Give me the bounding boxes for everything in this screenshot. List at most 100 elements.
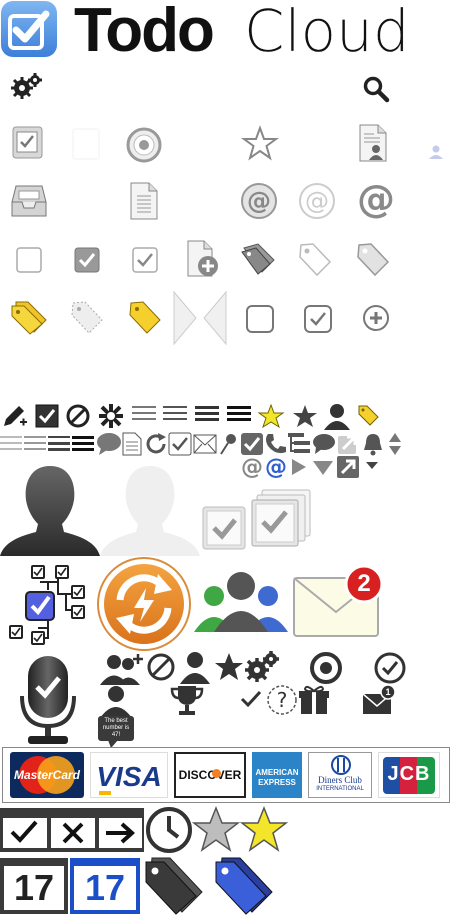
checkmark-small-icon (240, 690, 262, 708)
refresh-icon (144, 432, 168, 456)
visa-card: VISA (90, 752, 168, 798)
block-icon (66, 404, 90, 428)
star-yellow-large-icon (239, 805, 289, 852)
svg-text:@: @ (305, 187, 329, 215)
target-icon (126, 127, 162, 163)
menu-lines-icon (132, 406, 256, 424)
at-sign-blue-icon: @ (262, 454, 290, 480)
discover-dot (212, 769, 221, 778)
tags-yellow-icon (10, 300, 48, 336)
note-icon (122, 432, 142, 456)
at-sign-light-icon: @ (298, 182, 336, 220)
tag-outline-icon (298, 242, 332, 278)
add-document-icon (186, 240, 222, 278)
pencil-icon (2, 404, 28, 428)
svg-text:@: @ (265, 455, 287, 480)
phone-icon (264, 432, 288, 456)
tree-list-icon (288, 432, 312, 456)
trophy-icon (170, 684, 204, 716)
microphone-check-icon[interactable] (20, 654, 76, 746)
gear-medium-icon[interactable] (244, 650, 280, 684)
visa-stripe (99, 791, 111, 795)
svg-text:@: @ (357, 177, 395, 221)
calendar-gray-icon: 17 (0, 858, 68, 914)
tag-yellow-icon (128, 300, 162, 336)
blank-tile-icon (72, 128, 102, 160)
app-logo-icon (0, 0, 58, 58)
sort-arrows-icon[interactable] (388, 432, 402, 456)
diners-card: Diners Club INTERNATIONAL (308, 752, 372, 798)
tags-icon (240, 242, 278, 276)
checkbox-tile-icon (12, 126, 44, 160)
comment-small-icon (312, 432, 336, 456)
person-silhouette-dark-icon (0, 464, 100, 556)
diners-label-2: INTERNATIONAL (316, 786, 364, 792)
person-medium-icon (178, 650, 212, 684)
tag-dashed-icon (70, 300, 104, 336)
person-silhouette-light-icon (100, 464, 200, 556)
check-circle-icon (374, 652, 406, 684)
asterisk-icon (96, 402, 126, 430)
svg-text:@: @ (247, 187, 271, 215)
contact-card-icon (358, 124, 388, 162)
calendar-gray-day: 17 (13, 867, 55, 908)
add-person-icon[interactable] (98, 652, 146, 686)
mail-icon (193, 434, 217, 454)
checkbox-rounded-icon (245, 304, 275, 334)
star-yellow-small-icon (257, 403, 285, 429)
gear-icon[interactable] (10, 72, 44, 102)
jcb-label: JCB (387, 763, 431, 785)
person-speaker-icon (98, 684, 134, 718)
question-mark: ? (276, 688, 288, 712)
checklist-tree-icon (6, 564, 90, 646)
stacked-checkbox-icon (250, 488, 316, 550)
tag-yellow-small-icon (357, 404, 379, 426)
svg-text:@: @ (241, 455, 263, 480)
visa-label: VISA (96, 761, 162, 792)
play-icon (290, 458, 308, 476)
tag-icon (356, 242, 390, 278)
checkbox-rounded-checked-icon (303, 304, 333, 334)
chevron-down-small-icon (366, 462, 378, 470)
brand-todo: Todo (74, 0, 215, 65)
search-icon[interactable] (363, 76, 391, 103)
pin-icon (218, 432, 238, 456)
checkbox-dark-icon (35, 404, 59, 428)
checkbox-empty-icon (16, 247, 42, 273)
add-circle-icon[interactable] (362, 304, 390, 332)
target-dark-icon (310, 652, 342, 684)
block-medium-icon (146, 652, 176, 682)
amex-label-1: AMERICAN (255, 768, 299, 777)
checkbox-small-icon (168, 432, 192, 456)
discover-card: DISCOVER (174, 752, 246, 798)
tags-blue-icon (214, 856, 276, 916)
list-lines-icon (0, 434, 96, 454)
checkbox-gray-dark-icon (240, 432, 264, 456)
document-icon (129, 182, 159, 220)
diners-label-1: Diners Club (318, 775, 362, 785)
gift-icon (298, 684, 330, 716)
inbox-tray-icon (10, 182, 48, 220)
mail-badge-count: 2 (357, 570, 371, 597)
tags-dark-icon (144, 856, 206, 916)
mastercard-label: MasterCard (13, 768, 81, 782)
comment-icon (96, 432, 122, 456)
triangle-down-icon (312, 460, 334, 476)
at-sign-bold-icon: @ (356, 177, 396, 221)
at-sign-icon: @ (240, 182, 278, 220)
person-icon (428, 144, 444, 160)
bell-icon (362, 432, 384, 456)
brand-cloud: Cloud (244, 0, 410, 65)
checkbox-checked-filled-icon (74, 247, 100, 273)
group-icon (192, 568, 290, 634)
sync-icon[interactable] (96, 556, 192, 652)
amex-label-2: EXPRESS (258, 778, 296, 787)
arrow-out-light-icon (336, 432, 360, 456)
mail-count-badge: 1 (385, 687, 391, 697)
person-dark-small-icon (322, 402, 352, 430)
collapse-arrows-icon (173, 290, 227, 346)
jcb-card: JCB (378, 752, 440, 798)
speech-bubble: The best number is 47! (98, 716, 134, 741)
arrow-out-icon (336, 454, 360, 478)
clock-icon (144, 806, 194, 854)
